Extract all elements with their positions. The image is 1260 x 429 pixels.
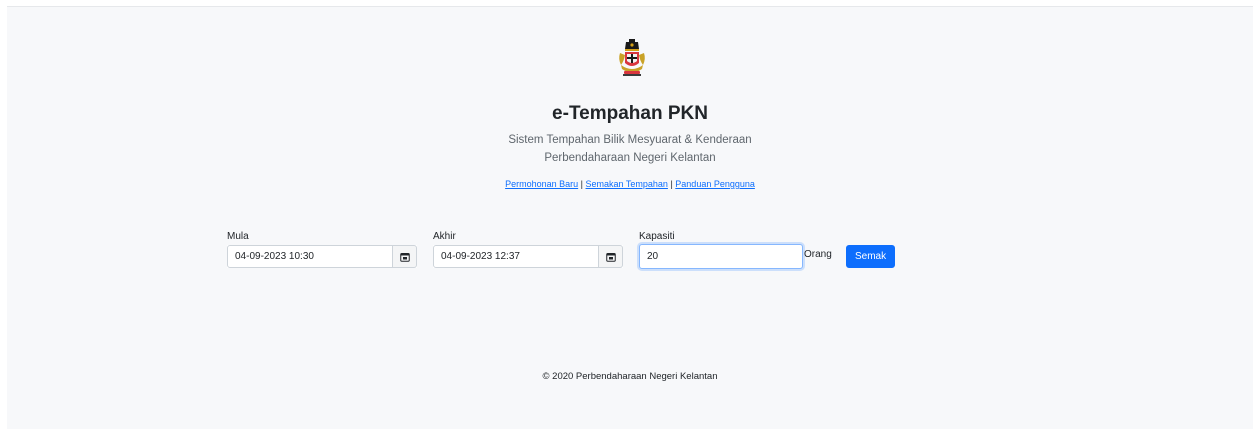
- end-datetime-input[interactable]: [433, 245, 599, 268]
- start-label: Mula: [227, 231, 249, 242]
- user-guide-link[interactable]: Panduan Pengguna: [675, 179, 755, 189]
- capacity-unit-label: Orang: [804, 249, 832, 260]
- end-datetime-group: [433, 245, 623, 268]
- app-subtitle-line1: Sistem Tempahan Bilik Mesyuarat & Kender…: [508, 134, 752, 146]
- state-crest-logo: [619, 39, 645, 76]
- end-label: Akhir: [433, 231, 456, 242]
- end-calendar-button[interactable]: [599, 245, 623, 268]
- nav-separator: |: [670, 179, 673, 189]
- calendar-icon: [605, 252, 616, 262]
- nav-separator: |: [580, 179, 584, 189]
- capacity-input[interactable]: [639, 244, 803, 269]
- app-title: e-Tempahan PKN: [552, 103, 708, 124]
- check-availability-button[interactable]: Semak: [846, 245, 896, 268]
- capacity-label: Kapasiti: [639, 231, 675, 242]
- app-subtitle-line2: Perbendaharaan Negeri Kelantan: [544, 152, 716, 164]
- booking-check-link[interactable]: Semakan Tempahan: [586, 179, 668, 189]
- start-datetime-group: [227, 245, 417, 268]
- start-calendar-button[interactable]: [393, 245, 417, 268]
- nav-links: Permohonan Baru | Semakan Tempahan | Pan…: [7, 179, 1253, 189]
- start-datetime-input[interactable]: [227, 245, 393, 268]
- footer-copyright: © 2020 Perbendaharaan Negeri Kelantan: [542, 371, 718, 382]
- page-container: e-Tempahan PKN Sistem Tempahan Bilik Mes…: [7, 6, 1253, 429]
- calendar-icon: [399, 252, 410, 262]
- new-application-link[interactable]: Permohonan Baru: [505, 179, 578, 189]
